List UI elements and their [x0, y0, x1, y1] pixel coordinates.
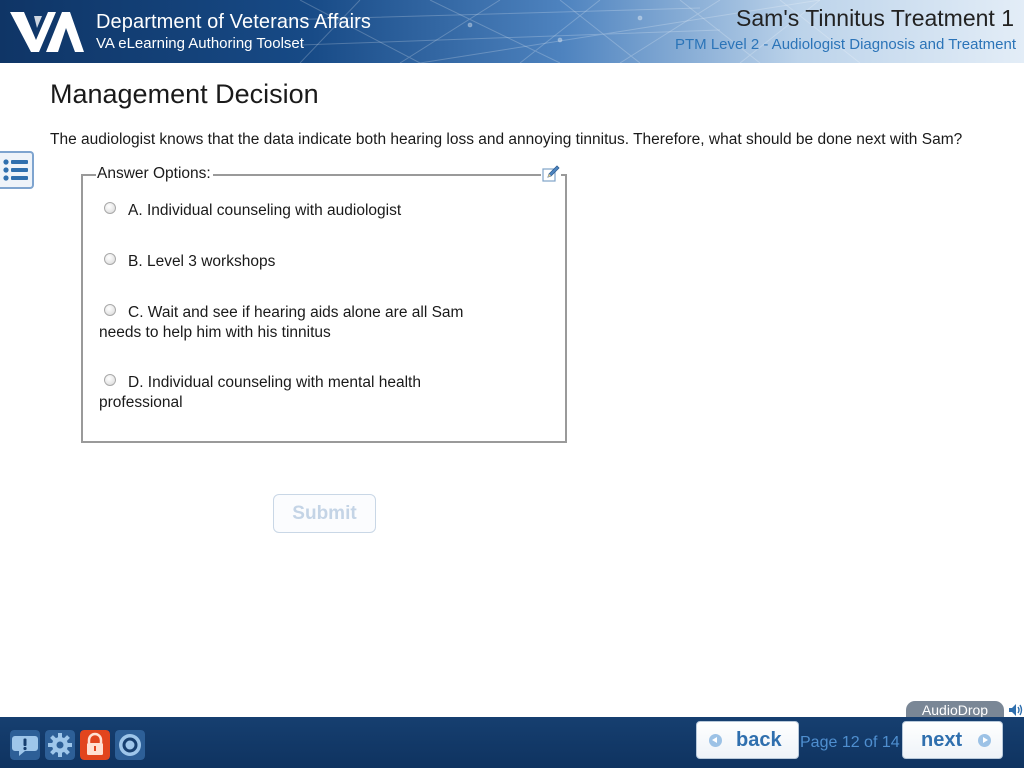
answer-option-label: B. Level 3 workshops	[128, 253, 276, 270]
radio-button[interactable]	[104, 202, 116, 214]
page-indicator: Page 12 of 14	[800, 734, 900, 751]
target-icon[interactable]	[115, 730, 145, 760]
page-title: Management Decision	[50, 79, 319, 109]
radio-button[interactable]	[104, 253, 116, 265]
next-button[interactable]: next	[902, 721, 1003, 759]
back-arrow-icon	[709, 733, 722, 747]
org-subtitle: VA eLearning Authoring Toolset	[96, 35, 304, 52]
radio-button[interactable]	[104, 374, 116, 386]
course-subtitle: PTM Level 2 - Audiologist Diagnosis and …	[674, 36, 1016, 53]
answer-option-d[interactable]: D. Individual counseling with mental hea…	[99, 373, 444, 412]
answer-option-label: D. Individual counseling with mental hea…	[99, 374, 421, 411]
answer-option-b[interactable]: B. Level 3 workshops	[99, 252, 499, 272]
next-button-label: next	[921, 728, 963, 751]
next-arrow-icon	[978, 733, 992, 747]
header-banner: Department of Veterans Affairs VA eLearn…	[0, 0, 1024, 63]
answer-option-a[interactable]: A. Individual counseling with audiologis…	[99, 201, 499, 221]
back-button-label: back	[736, 728, 782, 751]
audiodrop-tab[interactable]: AudioDrop	[906, 701, 1004, 718]
settings-gear-icon[interactable]	[45, 730, 75, 760]
submit-button[interactable]: Submit	[273, 494, 376, 533]
answer-option-label: A. Individual counseling with audiologis…	[128, 202, 402, 219]
back-button[interactable]: back	[696, 721, 799, 759]
edit-pencil-icon[interactable]	[541, 164, 561, 184]
radio-button[interactable]	[104, 304, 116, 316]
course-title: Sam's Tinnitus Treatment 1	[736, 5, 1014, 31]
answer-options-legend: Answer Options:	[96, 165, 213, 183]
org-title: Department of Veterans Affairs	[96, 11, 372, 33]
question-text: The audiologist knows that the data indi…	[50, 131, 963, 148]
lock-icon[interactable]	[80, 730, 110, 760]
lesson-page: Department of Veterans Affairs VA eLearn…	[0, 0, 1024, 768]
list-menu-icon	[3, 159, 28, 181]
menu-toggle-button[interactable]	[0, 151, 34, 189]
answer-option-label: C. Wait and see if hearing aids alone ar…	[99, 304, 464, 341]
help-icon[interactable]	[10, 730, 40, 760]
va-logo	[10, 12, 84, 52]
answer-option-c[interactable]: C. Wait and see if hearing aids alone ar…	[99, 303, 489, 342]
